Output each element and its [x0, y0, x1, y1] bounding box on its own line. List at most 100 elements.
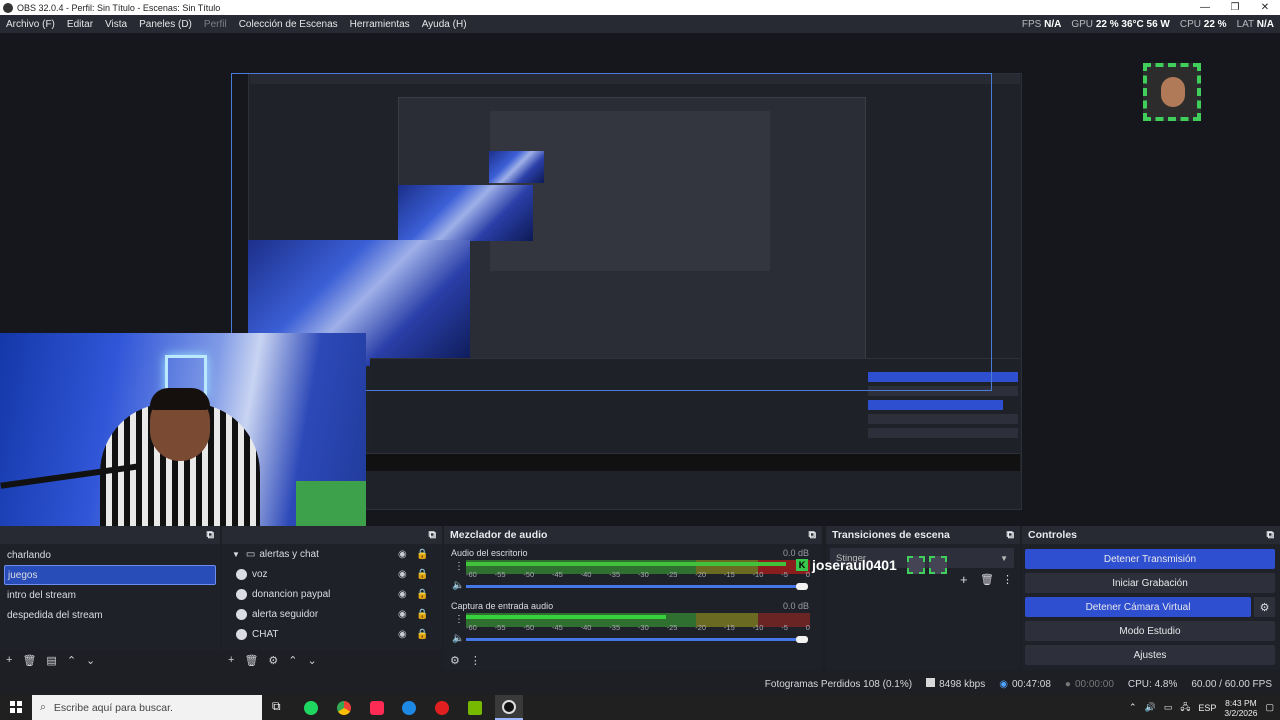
volume-slider[interactable] [466, 638, 804, 641]
lock-icon[interactable]: 🔒 [416, 549, 428, 560]
source-item[interactable]: alerta seguidor ◉ 🔒 [222, 604, 442, 624]
visibility-eye-icon[interactable]: ◉ [398, 609, 407, 620]
menu-coleccion-escenas[interactable]: Colección de Escenas [233, 19, 344, 30]
task-view-icon[interactable]: ⧉ [272, 699, 286, 713]
visibility-eye-icon[interactable]: ◉ [398, 569, 407, 580]
chrome-icon[interactable] [337, 701, 351, 715]
volume-slider-knob[interactable] [796, 636, 808, 643]
chevron-down-icon: ▼ [1000, 553, 1008, 563]
browser-source-icon [236, 588, 247, 600]
source-item-group[interactable]: ▼ ▭ alertas y chat ◉ 🔒 [222, 544, 442, 564]
channel-menu-icon[interactable]: ⋮ [454, 561, 464, 572]
preview-canvas[interactable] [0, 33, 1280, 526]
obs-taskbar-button[interactable] [495, 695, 523, 720]
menu-editar[interactable]: Editar [61, 19, 99, 30]
scene-item-selected[interactable]: juegos [4, 565, 216, 585]
fps-label: FPS [1021, 18, 1042, 30]
transitions-dock-header: Transiciones de escena ⧉ [826, 526, 1020, 544]
menu-paneles[interactable]: Paneles (D) [133, 19, 198, 30]
gear-icon[interactable]: ⚙ [268, 654, 278, 667]
mixer-channel-desktop: Audio del escritorio 0.0 dB ⋮ -60 -55 -50-… [449, 547, 813, 597]
add-icon[interactable]: + [228, 654, 234, 666]
delete-icon[interactable]: 🗑 [22, 654, 36, 667]
scene-item[interactable]: intro del stream [0, 585, 220, 605]
scene-item[interactable]: despedida del stream [0, 605, 220, 625]
emote-image [906, 556, 925, 574]
virtual-camera-settings-gear-icon[interactable]: ⚙ [1254, 597, 1275, 617]
stop-virtual-camera-button[interactable]: Detener Cámara Virtual [1025, 597, 1251, 617]
battery-icon[interactable]: ▭ [1164, 702, 1173, 713]
dock-float-icon[interactable]: ⧉ [1267, 529, 1275, 542]
transitions-title: Transiciones de escena [832, 529, 950, 541]
visibility-eye-icon[interactable]: ◉ [398, 549, 407, 560]
tiktok-icon[interactable] [370, 701, 384, 715]
collapse-arrow-icon[interactable]: ▼ [232, 550, 240, 559]
volume-slider[interactable] [466, 585, 804, 588]
gpu-value: 22 % 36°C 56 W [1095, 18, 1170, 30]
menu-ayuda[interactable]: Ayuda (H) [416, 19, 473, 30]
dock-float-icon[interactable]: ⧉ [1007, 529, 1015, 542]
source-item[interactable]: donancion paypal ◉ 🔒 [222, 584, 442, 604]
close-icon[interactable]: ✕ [1250, 0, 1280, 15]
lock-icon[interactable]: 🔒 [416, 609, 428, 620]
start-recording-button[interactable]: Iniciar Grabación [1025, 573, 1275, 593]
menu-vista[interactable]: Vista [99, 19, 133, 30]
browser-source-icon [236, 608, 247, 620]
notification-icon[interactable]: ▢ [1265, 702, 1274, 713]
fps-status: 60.00 / 60.00 FPS [1191, 678, 1272, 690]
visibility-eye-icon[interactable]: ◉ [398, 629, 407, 640]
source-item[interactable]: voz ◉ 🔒 [222, 564, 442, 584]
cpu-usage: CPU: 4.8% [1127, 678, 1178, 690]
move-down-icon[interactable]: ⌄ [86, 654, 95, 667]
minimize-icon[interactable]: — [1190, 0, 1220, 15]
taskbar-search-box[interactable]: ⌕ Escribe aquí para buscar. [32, 695, 262, 720]
lock-icon[interactable]: 🔒 [416, 629, 428, 640]
move-up-icon[interactable]: ⌃ [67, 654, 76, 667]
delete-icon[interactable]: 🗑 [244, 654, 258, 667]
volume-icon[interactable]: 🔊 [1145, 702, 1156, 713]
advanced-audio-icon[interactable]: ⚙ [450, 654, 460, 667]
move-up-icon[interactable]: ⌃ [288, 654, 297, 667]
menu-perfil[interactable]: Perfil [198, 19, 233, 30]
menu-herramientas[interactable]: Herramientas [344, 19, 416, 30]
source-item[interactable]: CHAT ◉ 🔒 [222, 624, 442, 644]
delete-transition-icon[interactable]: 🗑 [980, 573, 994, 586]
settings-button[interactable]: Ajustes [1025, 645, 1275, 665]
move-down-icon[interactable]: ⌄ [308, 654, 317, 667]
dock-float-icon[interactable]: ⧉ [207, 529, 215, 542]
speaker-icon[interactable]: 🔈 [452, 580, 464, 591]
filter-icon[interactable]: ▤ [46, 654, 56, 667]
app-icon[interactable] [402, 701, 416, 715]
language-indicator[interactable]: ESP [1198, 703, 1216, 713]
volume-slider-knob[interactable] [796, 583, 808, 590]
stop-stream-button[interactable]: Detener Transmisión [1025, 549, 1275, 569]
menu-archivo[interactable]: Archivo (F) [0, 19, 61, 30]
spotify-icon[interactable] [304, 701, 318, 715]
network-tray-icon[interactable]: 🖧 [1180, 700, 1190, 716]
tray-chevron-up-icon[interactable]: ⌃ [1129, 702, 1137, 713]
search-placeholder: Escribe aquí para buscar. [53, 701, 173, 714]
source-label: alerta seguidor [252, 608, 319, 620]
lock-icon[interactable]: 🔒 [416, 569, 428, 580]
channel-menu-icon[interactable]: ⋮ [454, 614, 464, 625]
opera-icon[interactable] [435, 701, 449, 715]
lock-icon[interactable]: 🔒 [416, 589, 428, 600]
add-icon[interactable]: + [6, 654, 12, 666]
transition-menu-icon[interactable]: ⋮ [1002, 573, 1013, 586]
lat-value: N/A [1256, 18, 1274, 30]
dock-float-icon[interactable]: ⧉ [809, 529, 817, 542]
dock-float-icon[interactable]: ⧉ [429, 529, 437, 542]
mixer-menu-icon[interactable]: ⋮ [470, 654, 481, 667]
nvidia-icon[interactable] [468, 701, 482, 715]
speaker-icon[interactable]: 🔈 [452, 633, 464, 644]
channel-db: 0.0 dB [782, 601, 809, 611]
clock[interactable]: 8:43 PM 3/2/2026 [1224, 698, 1257, 718]
windows-start-icon[interactable] [10, 701, 22, 713]
maximize-icon[interactable]: ❐ [1220, 0, 1250, 15]
windows-taskbar: ⌕ Escribe aquí para buscar. ⧉ ⌃ 🔊 ▭ 🖧 ES… [0, 695, 1280, 720]
visibility-eye-icon[interactable]: ◉ [398, 589, 407, 600]
scene-item[interactable]: charlando [0, 545, 220, 565]
mixer-dock-header: Mezclador de audio ⧉ [444, 526, 822, 544]
studio-mode-button[interactable]: Modo Estudio [1025, 621, 1275, 641]
add-transition-icon[interactable]: + [960, 572, 968, 587]
